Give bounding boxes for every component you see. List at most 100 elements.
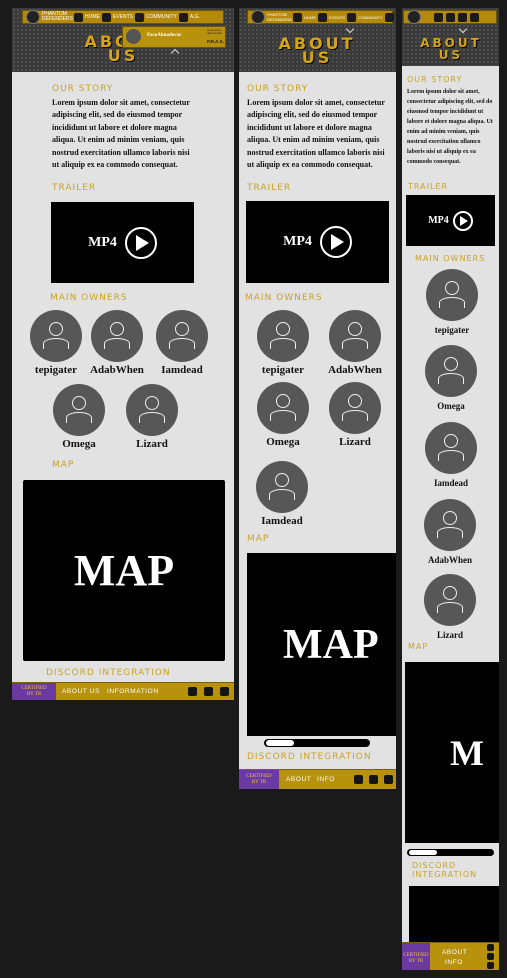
events-icon [102, 12, 111, 22]
guilded-icon[interactable] [487, 962, 494, 969]
map-heading: MAP [408, 642, 429, 651]
discord-widget[interactable] [409, 886, 499, 942]
trailer-heading: TRAILER [408, 182, 449, 191]
discord-heading: DISCORD INTEGRATION [46, 668, 171, 678]
avatar-icon [257, 310, 309, 362]
user-dropdown[interactable]: PacoAlmodovar Lorem ipsum dolor sit amet… [122, 26, 226, 48]
owner-card[interactable]: AdabWhen [87, 310, 147, 376]
map-label: MAP [73, 546, 175, 595]
avatar [126, 29, 141, 44]
user-note: Lorem ipsum dolor sit amet [207, 29, 223, 35]
home-icon[interactable] [434, 12, 443, 22]
home-icon [74, 12, 83, 22]
owner-card[interactable]: tepigater [253, 310, 313, 376]
trailer-heading: TRAILER [52, 183, 97, 193]
owner-card[interactable]: AdabWhen [325, 310, 385, 376]
owner-name: Iamdead [161, 364, 203, 376]
play-icon[interactable] [319, 226, 352, 258]
footer-info-link[interactable]: INFORMATION [107, 688, 159, 695]
footer-about-link[interactable]: ABOUT [442, 949, 467, 956]
guilded-icon[interactable] [384, 775, 393, 784]
home-icon [293, 12, 302, 22]
owner-card[interactable]: Iamdead [421, 422, 481, 488]
certified-badge: CERTIFIED BY TR [239, 770, 279, 789]
play-icon[interactable] [124, 226, 157, 259]
nav-home[interactable]: HOME [293, 12, 316, 22]
trailer-video[interactable]: MP4 [406, 195, 495, 246]
nav-community[interactable]: COMMUNITY [347, 12, 383, 22]
events-icon [318, 12, 327, 22]
owner-name: AdabWhen [427, 555, 472, 565]
owner-card[interactable]: Lizard [325, 382, 385, 448]
owner-card[interactable]: Omega [253, 382, 313, 448]
owner-name: Iamdead [433, 478, 468, 488]
story-text: Lorem ipsum dolor sit amet, consectetur … [247, 98, 385, 170]
guilded-icon[interactable] [220, 687, 229, 696]
owner-card[interactable]: Omega [421, 345, 481, 411]
avatar-icon [126, 384, 178, 436]
map-embed[interactable]: MAP [247, 553, 396, 736]
nav-events[interactable]: EVENTS [318, 12, 345, 22]
map-scrollbar[interactable] [264, 739, 370, 747]
story-text: Lorem ipsum dolor sit amet, consectetur … [52, 98, 190, 170]
discord-icon[interactable] [487, 944, 494, 951]
discord-heading: DISCORD INTEGRATION [412, 861, 478, 879]
owner-card[interactable]: tepigater [422, 269, 482, 335]
page-title: ABOUT US [278, 34, 356, 67]
map-embed[interactable]: M [405, 662, 499, 843]
nav-home[interactable]: HOME [74, 12, 100, 22]
roblox-icon[interactable] [487, 953, 494, 960]
trophy-icon[interactable] [470, 12, 479, 22]
owner-name: Omega [62, 438, 96, 450]
footer: CERTIFIED BY TR ABOUT INFO [402, 942, 499, 970]
owners-heading: MAIN OWNERS [245, 293, 323, 303]
owner-name: Omega [266, 436, 300, 448]
avatar-icon [257, 382, 309, 434]
owner-card[interactable]: AdabWhen [420, 499, 480, 565]
owners-heading: MAIN OWNERS [50, 293, 128, 303]
logo-icon[interactable] [251, 10, 265, 24]
logo-icon[interactable] [407, 10, 421, 24]
top-nav [403, 10, 497, 24]
footer-about-link[interactable]: ABOUT US [62, 688, 100, 695]
discord-icon[interactable] [354, 775, 363, 784]
owner-name: tepigater [261, 364, 305, 376]
footer-info-link[interactable]: INFO [445, 959, 463, 966]
owner-card[interactable]: Iamdead [152, 310, 212, 376]
trailer-video[interactable]: MP4 [246, 201, 389, 283]
footer-info-link[interactable]: INFO [317, 776, 335, 783]
avatar-icon [424, 574, 476, 626]
owner-card[interactable]: Lizard [420, 574, 480, 640]
community-icon [347, 12, 357, 22]
nav-ag[interactable]: A.G. [178, 12, 200, 22]
story-heading: OUR STORY [247, 84, 309, 94]
owner-card[interactable]: tepigater [26, 310, 86, 376]
discord-icon[interactable] [188, 687, 197, 696]
logo-icon[interactable] [26, 10, 40, 24]
owner-card[interactable]: Lizard [122, 384, 182, 450]
nav-ag[interactable]: A.G. [384, 12, 396, 22]
events-icon[interactable] [446, 12, 455, 22]
brand-name: PHANTOM DEFENDERS [267, 12, 292, 22]
footer-about-link[interactable]: ABOUT [286, 776, 311, 783]
nav-events[interactable]: EVENTS [102, 12, 133, 22]
roblox-icon[interactable] [369, 775, 378, 784]
story-heading: OUR STORY [52, 84, 114, 94]
discord-heading: DISCORD INTEGRATION [247, 752, 372, 762]
community-icon[interactable] [458, 12, 467, 22]
owner-name: Lizard [437, 630, 463, 640]
avatar-icon [91, 310, 143, 362]
owner-card[interactable]: Omega [49, 384, 109, 450]
owner-name: tepigater [34, 364, 78, 376]
page-title: ABOUT US [420, 36, 482, 62]
play-icon[interactable] [452, 210, 473, 231]
roblox-icon[interactable] [204, 687, 213, 696]
nav-community[interactable]: COMMUNITY [135, 12, 177, 22]
map-embed[interactable]: MAP [23, 480, 225, 661]
video-format-label: MP4 [283, 234, 312, 249]
trailer-video[interactable]: MP4 [51, 202, 194, 283]
owner-name: Omega [437, 401, 465, 411]
map-heading: MAP [52, 460, 75, 470]
map-scrollbar[interactable] [407, 849, 494, 856]
owner-card[interactable]: Iamdead [252, 461, 312, 527]
